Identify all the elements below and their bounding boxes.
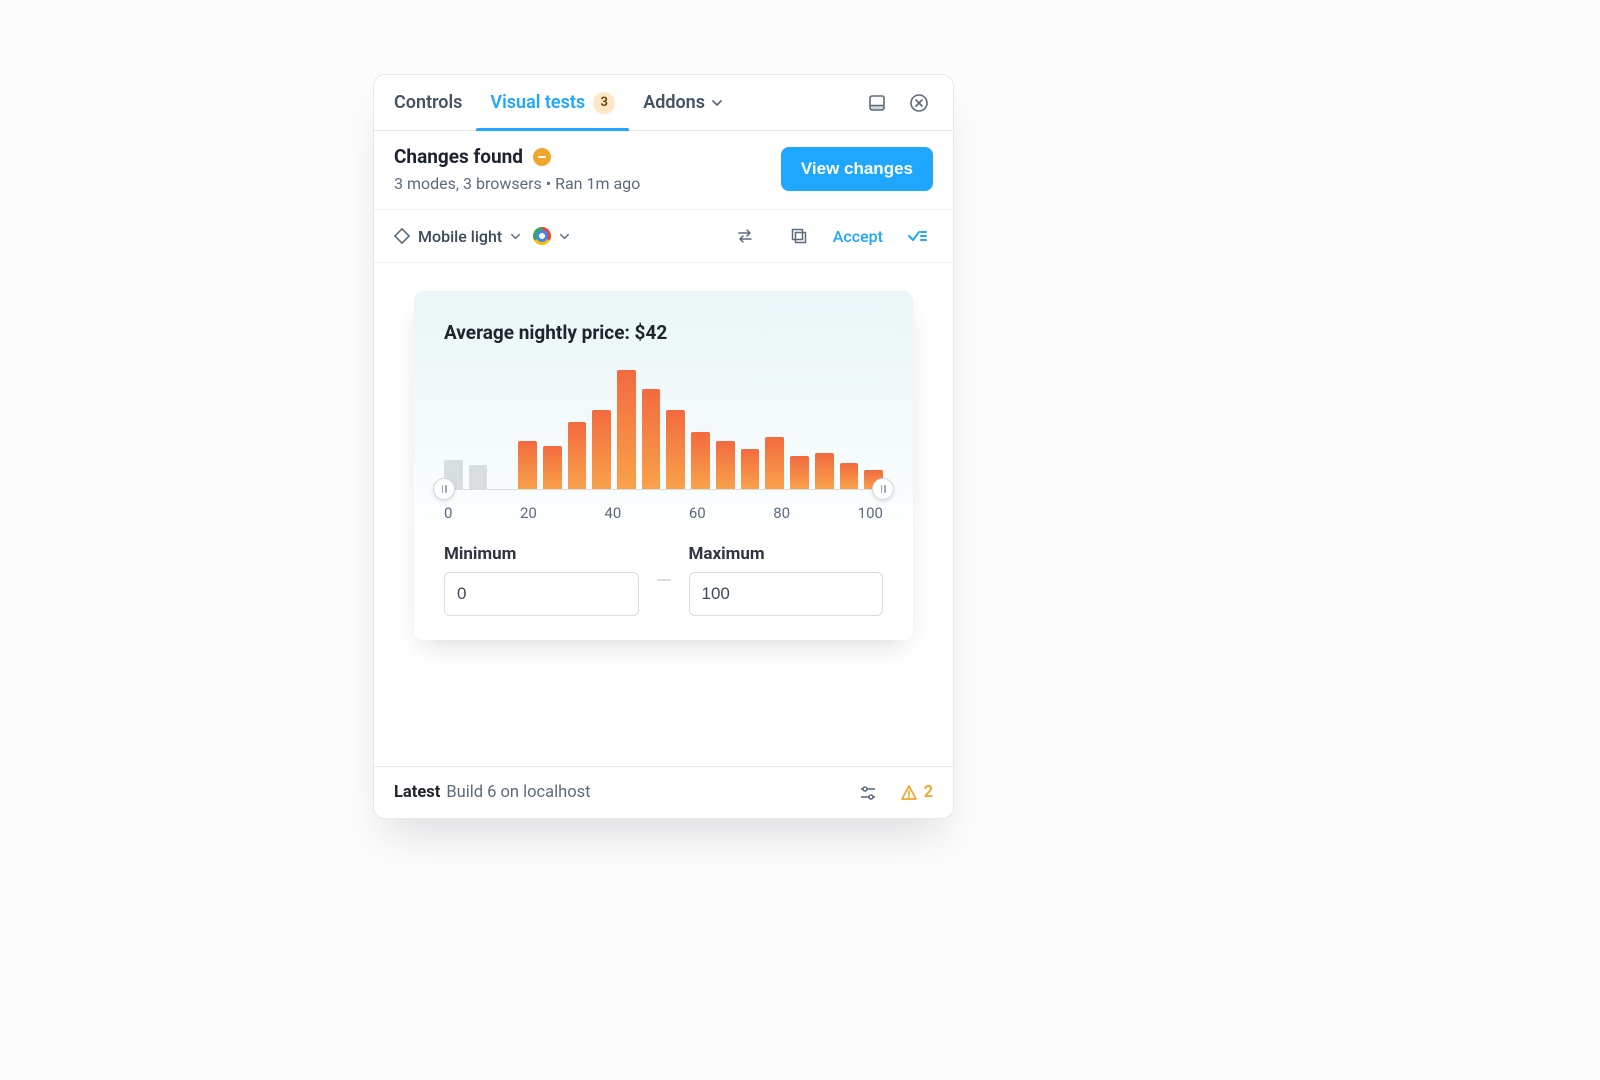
price-histogram-card: Average nightly price: $42 020406080100 …	[414, 291, 913, 640]
changes-subtitle: 3 modes, 3 browsers • Ran 1m ago	[394, 174, 640, 193]
axis-tick: 100	[858, 504, 883, 522]
histogram-chart: 0 20 40 60 80 100	[444, 370, 883, 522]
histogram-bar	[790, 456, 809, 489]
changes-found-title: Changes found	[394, 145, 523, 168]
histogram-bar	[568, 422, 587, 489]
tab-visual-tests[interactable]: Visual tests 3	[476, 75, 629, 130]
dock-bottom-icon[interactable]	[861, 87, 893, 119]
view-changes-button[interactable]: View changes	[781, 147, 933, 191]
histogram-axis-ticks: 0 20 40 60 80 100	[444, 504, 883, 522]
histogram-bar	[592, 410, 611, 489]
tab-visual-tests-label: Visual tests	[490, 92, 585, 113]
histogram-bar	[741, 449, 760, 489]
snapshot-canvas: Average nightly price: $42 020406080100 …	[374, 263, 953, 766]
histogram-bar	[815, 453, 834, 489]
axis-tick: 80	[773, 504, 790, 522]
mode-selector[interactable]: Mobile light	[394, 227, 521, 246]
histogram-bar	[691, 432, 710, 489]
histogram-bar	[716, 441, 735, 489]
min-label: Minimum	[444, 544, 639, 564]
range-inputs-row: Minimum Maximum	[444, 544, 883, 616]
tab-visual-tests-badge: 3	[593, 92, 615, 114]
axis-tick: 40	[604, 504, 621, 522]
tabs-row: Controls Visual tests 3 Addons	[374, 75, 953, 131]
price-title-prefix: Average nightly price:	[444, 321, 635, 344]
footer-bar: Latest Build 6 on localhost 2	[374, 766, 953, 818]
histogram-bar	[617, 370, 636, 489]
price-card-title: Average nightly price: $42	[444, 321, 883, 344]
warnings-indicator[interactable]: 2	[900, 783, 933, 802]
warning-icon	[900, 784, 918, 802]
tab-controls[interactable]: Controls	[394, 75, 476, 130]
min-input[interactable]	[444, 572, 639, 616]
chrome-icon	[533, 227, 551, 245]
batch-accept-icon[interactable]	[901, 220, 933, 252]
snapshot-toolbar: Mobile light Accept	[374, 209, 953, 263]
visual-tests-panel: Controls Visual tests 3 Addons Changes f…	[373, 74, 954, 819]
diff-overlay-icon[interactable]	[783, 220, 815, 252]
mode-label: Mobile light	[418, 227, 502, 246]
swap-icon[interactable]	[729, 220, 761, 252]
histogram-bar	[642, 389, 661, 489]
histogram-bar	[765, 437, 784, 489]
header-row: Changes found 3 modes, 3 browsers • Ran …	[374, 131, 953, 209]
range-dash-separator	[657, 579, 671, 581]
browser-selector[interactable]	[533, 227, 570, 245]
tab-controls-label: Controls	[394, 92, 462, 113]
sliders-icon[interactable]	[852, 777, 884, 809]
price-title-value: $42	[635, 321, 668, 344]
max-input[interactable]	[689, 572, 884, 616]
histogram-bar	[666, 410, 685, 489]
chevron-down-icon	[559, 231, 570, 242]
axis-tick: 20	[520, 504, 537, 522]
histogram-bars	[444, 370, 883, 490]
range-slider-handle-max[interactable]	[872, 478, 894, 500]
histogram-bar	[518, 441, 537, 489]
tab-addons-label: Addons	[643, 92, 705, 113]
histogram-bar	[840, 463, 859, 489]
status-badge-changed-icon	[533, 148, 551, 166]
tab-addons[interactable]: Addons	[629, 75, 737, 130]
diamond-icon	[394, 228, 410, 244]
footer-build-text: Build 6 on localhost	[446, 783, 590, 802]
chevron-down-icon	[510, 231, 521, 242]
warnings-count: 2	[924, 783, 933, 802]
footer-latest-label: Latest	[394, 783, 440, 802]
accept-button[interactable]: Accept	[827, 227, 889, 246]
chevron-down-icon	[711, 97, 723, 109]
close-icon[interactable]	[903, 87, 935, 119]
histogram-bar	[543, 446, 562, 489]
max-label: Maximum	[689, 544, 884, 564]
range-slider-handle-min[interactable]	[433, 478, 455, 500]
histogram-bar	[469, 465, 488, 489]
axis-tick: 0	[444, 504, 452, 522]
axis-tick: 60	[689, 504, 706, 522]
